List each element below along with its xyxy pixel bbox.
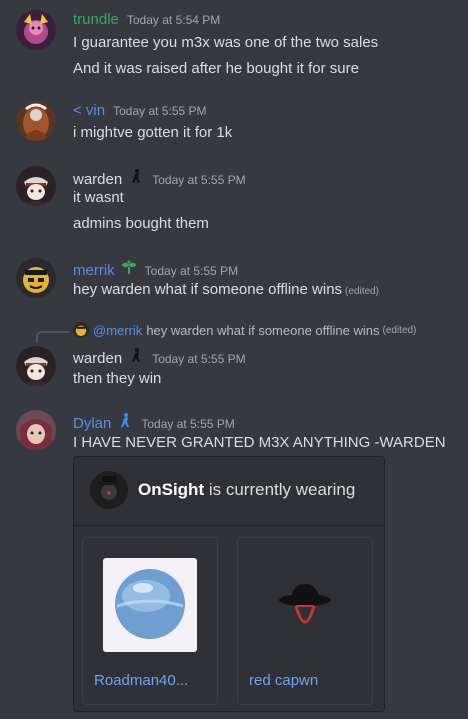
blue-orb-icon (103, 558, 197, 652)
avatar-trundle[interactable] (16, 10, 56, 50)
reply-avatar (73, 322, 89, 338)
author-name[interactable]: warden (73, 171, 122, 188)
author-name[interactable]: < vin (73, 102, 105, 119)
message-text: admins bought them (73, 215, 209, 232)
avatar-warden[interactable] (16, 346, 56, 386)
sprout-icon (121, 259, 137, 275)
avatar-merrik[interactable] (16, 258, 56, 298)
wearing-item[interactable]: red capwn (237, 537, 373, 705)
embed-title-rest: is currently wearing (204, 480, 356, 499)
timestamp: Today at 5:55 PM (152, 173, 246, 187)
author-name[interactable]: Dylan (73, 415, 111, 432)
timestamp: Today at 5:55 PM (141, 417, 235, 431)
reply-spine (36, 331, 70, 343)
embed-avatar (90, 471, 128, 509)
timestamp: Today at 5:55 PM (113, 104, 207, 118)
item-name[interactable]: red capwn (249, 672, 367, 689)
timestamp: Today at 5:55 PM (144, 264, 239, 278)
item-name[interactable]: Roadman40... (94, 672, 212, 689)
reply-text: hey warden what if someone offline wins (146, 322, 380, 338)
black-figure-icon (128, 168, 144, 184)
reply-preview[interactable]: @merrik hey warden what if someone offli… (73, 322, 416, 338)
message-text: i mightve gotten it for 1k (73, 124, 233, 141)
embed-title: OnSight is currently wearing (138, 480, 355, 500)
author-name[interactable]: merrik (73, 262, 115, 279)
black-figure-icon (128, 347, 144, 363)
timestamp: Today at 5:54 PM (126, 13, 221, 27)
message-text-body: hey warden what if someone offline wins (73, 281, 343, 298)
author-name[interactable]: warden (73, 350, 122, 367)
reply-mention[interactable]: @merrik (93, 323, 142, 338)
fedora-hat-icon (258, 558, 352, 652)
message-text: then they win (73, 370, 162, 387)
timestamp: Today at 5:55 PM (152, 352, 246, 366)
embed-title-user: OnSight (138, 480, 205, 499)
message-text: it wasnt (73, 189, 124, 206)
edited-label: (edited) (382, 324, 417, 336)
wearing-item[interactable]: Roadman40... (82, 537, 218, 705)
edited-label: (edited) (345, 286, 379, 297)
blue-figure-icon (117, 412, 133, 428)
avatar-warden[interactable] (16, 166, 56, 206)
message-text: And it was raised after he bought it for… (73, 60, 359, 77)
message-text: hey warden what if someone offline wins(… (73, 281, 379, 298)
message-text: I guarantee you m3x was one of the two s… (73, 34, 379, 51)
avatar-vin[interactable] (16, 101, 56, 141)
embed-card: OnSight is currently wearing Roadman40..… (73, 456, 385, 712)
avatar-dylan[interactable] (16, 410, 56, 450)
message-text: I HAVE NEVER GRANTED M3X ANYTHING -WARDE… (73, 434, 446, 451)
embed-header: OnSight is currently wearing (90, 471, 355, 509)
embed-divider (74, 525, 384, 526)
author-name[interactable]: trundle (73, 11, 119, 28)
